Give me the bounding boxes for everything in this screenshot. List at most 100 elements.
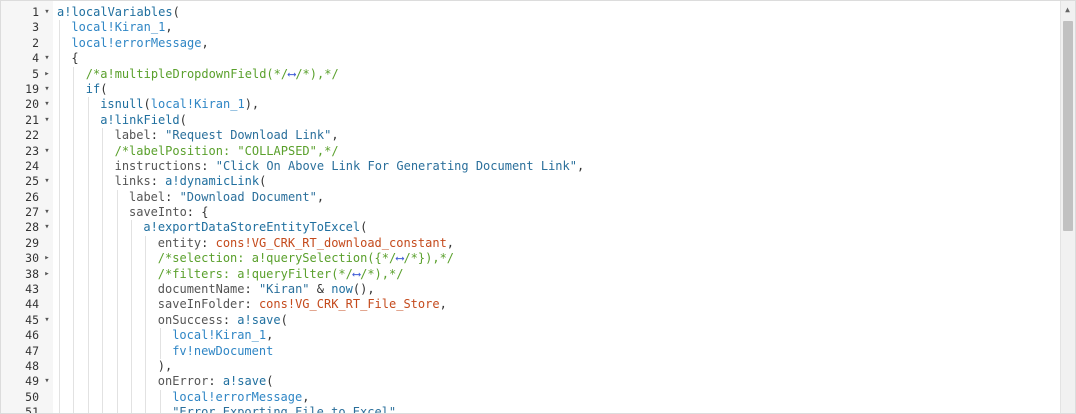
code-line[interactable]: 25 ▾ links: a!dynamicLink(	[1, 174, 1061, 190]
indent-guide	[102, 143, 104, 159]
indent-guide	[116, 358, 118, 375]
code-text[interactable]: a!linkField(	[100, 113, 187, 128]
code-line[interactable]: 20 ▾ isnull(local!Kiran_1),	[1, 97, 1061, 113]
indent-guide	[145, 297, 147, 313]
code-line[interactable]: 1 ▾ a!localVariables(	[1, 5, 1061, 20]
code-text[interactable]: label: "Download Document",	[129, 190, 324, 205]
code-line[interactable]: 29 entity: cons!VG_CRK_RT_download_consta…	[1, 235, 1061, 252]
code-text[interactable]: if(	[86, 82, 108, 97]
code-text[interactable]: local!errorMessage,	[172, 390, 309, 405]
scroll-up-arrow-icon[interactable]: ▲	[1060, 1, 1075, 17]
fold-expanded-icon[interactable]: ▾	[42, 374, 52, 389]
indent-guide	[87, 189, 89, 206]
indent-guide	[59, 405, 60, 413]
line-number: 23	[25, 143, 39, 158]
fold-collapsed-icon[interactable]: ▸	[42, 67, 52, 82]
fold-expanded-icon[interactable]: ▾	[42, 220, 52, 235]
code-text[interactable]: "Error Exporting File to Excel"	[172, 405, 396, 413]
fold-expanded-icon[interactable]: ▾	[42, 313, 52, 328]
fold-collapsed-icon[interactable]: ▸	[42, 251, 52, 266]
code-text[interactable]: links: a!dynamicLink(	[115, 174, 267, 189]
code-token: a!save	[237, 312, 281, 327]
code-line[interactable]: 51 "Error Exporting File to Excel"	[1, 405, 1061, 413]
indent-guide	[59, 374, 60, 390]
code-token: ,	[266, 328, 274, 343]
indent-guide	[87, 112, 89, 129]
fold-collapsed-icon[interactable]: ▸	[42, 267, 52, 282]
code-token: onError	[157, 374, 209, 389]
code-text[interactable]: isnull(local!Kiran_1),	[100, 97, 259, 112]
code-text[interactable]: label: "Request Download Link",	[115, 128, 339, 143]
scrollbar-thumb[interactable]	[1063, 21, 1073, 231]
code-text[interactable]: ),	[158, 359, 172, 374]
code-text[interactable]: instructions: "Click On Above Link For G…	[115, 159, 585, 174]
code-line[interactable]: 4 ▾ {	[1, 51, 1061, 67]
code-text[interactable]: local!Kiran_1,	[71, 20, 172, 35]
code-line[interactable]: 28 ▾ a!exportDataStoreEntityToExcel(	[1, 220, 1061, 236]
indent-guide	[59, 312, 60, 329]
code-line[interactable]: 23 ▾ /*labelPosition: "COLLAPSED",*/	[1, 143, 1061, 159]
indent-guide	[73, 374, 75, 390]
code-line[interactable]: 3 local!Kiran_1,	[1, 20, 1061, 36]
code-token: (	[100, 81, 108, 96]
code-line[interactable]: 5 ▸ /*a!multipleDropdownField(*/⟷/*),*/	[1, 66, 1061, 82]
code-token: ),	[244, 97, 260, 112]
code-text[interactable]: a!localVariables(	[57, 5, 180, 20]
indent-guide	[145, 374, 147, 390]
code-line[interactable]: 46 local!Kiran_1,	[1, 328, 1061, 344]
fold-expanded-icon[interactable]: ▾	[42, 82, 52, 97]
code-text[interactable]: /*filters: a!queryFilter(*/⟷/*),*/	[158, 267, 404, 282]
line-number: 19	[25, 81, 39, 96]
code-line[interactable]: 26 label: "Download Document",	[1, 189, 1061, 206]
code-line[interactable]: 22 label: "Request Download Link",	[1, 128, 1061, 144]
code-text[interactable]: local!Kiran_1,	[172, 328, 273, 343]
fold-expanded-icon[interactable]: ▾	[42, 51, 52, 66]
code-line[interactable]: 38 ▸ /*filters: a!queryFilter(*/⟷/*),*/	[1, 266, 1061, 283]
code-line[interactable]: 43 documentName: "Kiran" & now(),	[1, 282, 1061, 298]
code-text[interactable]: /*a!multipleDropdownField(*/⟷/*),*/	[86, 67, 339, 82]
code-text[interactable]: a!exportDataStoreEntityToExcel(	[143, 220, 367, 235]
code-lines[interactable]: 1 ▾ a!localVariables(3 local!Kiran_1, 2 local…	[1, 5, 1061, 413]
code-token: (),	[352, 282, 375, 297]
code-line[interactable]: 44 saveInFolder: cons!VG_CRK_RT_File_Stor…	[1, 297, 1061, 313]
indent-guide	[87, 97, 89, 113]
code-token: ,	[576, 158, 585, 173]
code-line[interactable]: 47 fv!newDocument	[1, 343, 1061, 359]
fold-expanded-icon[interactable]: ▾	[42, 174, 52, 189]
code-line[interactable]: 49 ▾ onError: a!save(	[1, 374, 1061, 390]
code-editor[interactable]: 1 ▾ a!localVariables(3 local!Kiran_1, 2 local…	[0, 0, 1076, 414]
code-line[interactable]: 30 ▸ /*selection: a!querySelection({*/⟷/*}…	[1, 251, 1061, 267]
code-text[interactable]: saveInto: {	[129, 205, 208, 220]
code-text[interactable]: local!errorMessage,	[71, 36, 208, 51]
code-line[interactable]: 21 ▾ a!linkField(	[1, 112, 1061, 129]
fold-expanded-icon[interactable]: ▾	[42, 97, 52, 112]
code-text[interactable]: {	[71, 51, 78, 66]
code-line[interactable]: 45 ▾ onSuccess: a!save(	[1, 312, 1061, 329]
code-text[interactable]: onSuccess: a!save(	[158, 313, 288, 328]
code-line[interactable]: 50 local!errorMessage,	[1, 389, 1061, 406]
code-text[interactable]: /*selection: a!querySelection({*/⟷/*}),*…	[158, 251, 454, 266]
fold-expanded-icon[interactable]: ▾	[42, 5, 52, 20]
code-text[interactable]: /*labelPosition: "COLLAPSED",*/	[115, 144, 339, 159]
indent-guide	[59, 343, 60, 359]
indent-guide	[131, 220, 132, 236]
code-text[interactable]: entity: cons!VG_CRK_RT_download_constant…	[158, 236, 454, 251]
indent-guide	[87, 143, 89, 159]
code-line[interactable]: 24 instructions: "Click On Above Link For…	[1, 158, 1061, 175]
code-token: a!exportDataStoreEntityToExcel	[143, 220, 361, 235]
fold-expanded-icon[interactable]: ▾	[42, 113, 52, 128]
code-text[interactable]: documentName: "Kiran" & now(),	[158, 282, 375, 297]
code-text[interactable]: saveInFolder: cons!VG_CRK_RT_File_Store,	[158, 297, 447, 312]
code-line[interactable]: 2 local!errorMessage,	[1, 35, 1061, 52]
indent-guide	[131, 389, 132, 406]
vertical-scrollbar[interactable]: ▲	[1060, 1, 1075, 413]
code-line[interactable]: 27 ▾ saveInto: {	[1, 205, 1061, 221]
fold-expanded-icon[interactable]: ▾	[42, 205, 52, 220]
code-text[interactable]: fv!newDocument	[172, 344, 273, 359]
code-line[interactable]: 19 ▾ if(	[1, 81, 1061, 98]
fold-expanded-icon[interactable]: ▾	[42, 144, 52, 159]
indent-guide	[73, 205, 75, 221]
indent-guide	[73, 66, 75, 82]
code-text[interactable]: onError: a!save(	[158, 374, 274, 389]
code-line[interactable]: 48),	[1, 358, 1061, 375]
